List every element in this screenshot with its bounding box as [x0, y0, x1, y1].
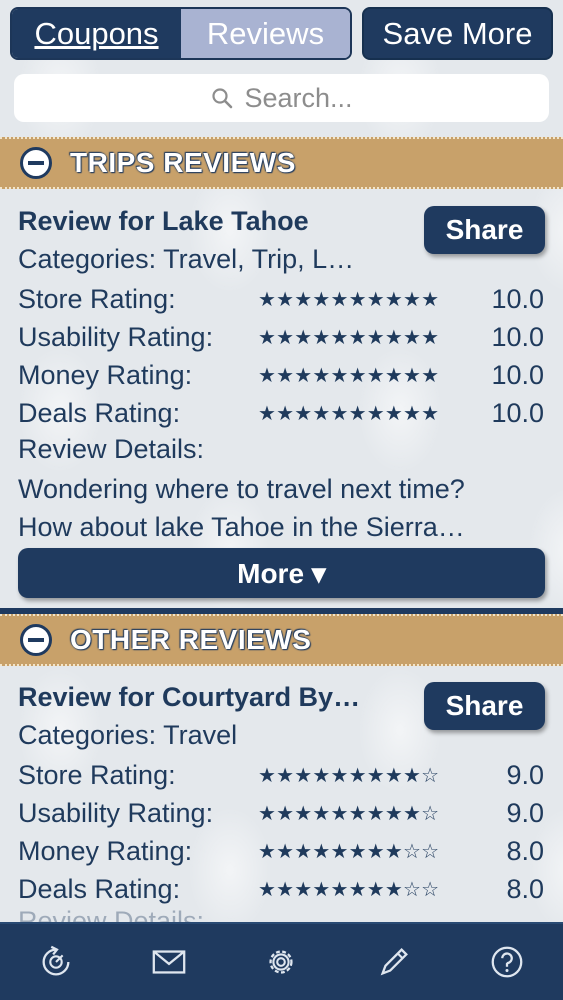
review-details-text: How about lake Tahoe in the Sierra… [18, 512, 465, 542]
review-details-label: Review Details: [18, 434, 205, 464]
rating-row-deals: Deals Rating: ★★★★★★★★☆☆ 8.0 [18, 871, 548, 907]
more-button[interactable]: More ▾ [18, 548, 545, 598]
rating-label: Money Rating: [18, 359, 193, 390]
review-categories: Categories: Travel [18, 720, 238, 750]
section-title: OTHER REVIEWS [70, 624, 312, 655]
rating-row-money: Money Rating: ★★★★★★★★☆☆ 8.0 [18, 833, 548, 869]
search-input[interactable]: Search... [14, 74, 549, 122]
rating-value: 9.0 [506, 797, 544, 828]
review-title: Review for Lake Tahoe [18, 206, 309, 236]
review-details-text: Wondering where to travel next time? [18, 474, 465, 504]
review-categories: Categories: Travel, Trip, L… [18, 244, 355, 274]
rating-row-store: Store Rating: ★★★★★★★★★★ 10.0 [18, 281, 548, 317]
rating-row-usability: Usability Rating: ★★★★★★★★★☆ 9.0 [18, 795, 548, 831]
save-more-button[interactable]: Save More [362, 7, 553, 60]
share-button[interactable]: Share [424, 206, 545, 254]
rating-value: 9.0 [506, 759, 544, 790]
star-rating: ★★★★★★★★★☆ [258, 802, 440, 825]
star-rating: ★★★★★★★★★★ [258, 288, 440, 311]
star-rating: ★★★★★★★★☆☆ [258, 878, 440, 901]
star-rating: ★★★★★★★★★★ [258, 364, 440, 387]
rating-value: 10.0 [491, 397, 544, 428]
segmented-control: Coupons Reviews [10, 7, 352, 60]
tab-help[interactable] [482, 937, 532, 987]
search-placeholder: Search... [244, 82, 353, 113]
rating-value: 8.0 [506, 873, 544, 904]
top-bar: Coupons Reviews Save More [0, 0, 563, 66]
star-rating: ★★★★★★★★☆☆ [258, 840, 440, 863]
tab-edit[interactable] [369, 937, 419, 987]
search-icon [212, 88, 233, 109]
share-button[interactable]: Share [424, 682, 545, 730]
tab-refresh[interactable] [31, 937, 81, 987]
rating-row-store: Store Rating: ★★★★★★★★★☆ 9.0 [18, 757, 548, 793]
tab-reviews[interactable]: Reviews [181, 9, 350, 58]
collapse-icon[interactable] [20, 147, 52, 179]
collapse-icon[interactable] [20, 624, 52, 656]
mail-icon [152, 950, 186, 974]
rating-row-deals: Deals Rating: ★★★★★★★★★★ 10.0 [18, 395, 548, 431]
rating-value: 10.0 [491, 321, 544, 352]
gear-icon [269, 950, 294, 974]
rating-row-money: Money Rating: ★★★★★★★★★★ 10.0 [18, 357, 548, 393]
rating-value: 8.0 [506, 835, 544, 866]
rating-label: Usability Rating: [18, 321, 214, 352]
pencil-icon [380, 948, 409, 976]
rating-row-usability: Usability Rating: ★★★★★★★★★★ 10.0 [18, 319, 548, 355]
refresh-icon [42, 945, 70, 976]
tab-mail[interactable] [144, 937, 194, 987]
rating-label: Deals Rating: [18, 873, 181, 904]
section-header-other[interactable]: OTHER REVIEWS [0, 614, 563, 666]
rating-value: 10.0 [491, 283, 544, 314]
rating-label: Store Rating: [18, 283, 176, 314]
tab-coupons[interactable]: Coupons [12, 9, 181, 58]
star-rating: ★★★★★★★★★★ [258, 326, 440, 349]
review-title: Review for Courtyard By… [18, 682, 361, 712]
rating-label: Deals Rating: [18, 397, 181, 428]
bottom-tab-bar [0, 922, 563, 1000]
section-title: TRIPS REVIEWS [70, 147, 296, 178]
rating-label: Store Rating: [18, 759, 176, 790]
star-rating: ★★★★★★★★★☆ [258, 764, 440, 787]
section-header-trips[interactable]: TRIPS REVIEWS [0, 137, 563, 189]
rating-label: Usability Rating: [18, 797, 214, 828]
rating-label: Money Rating: [18, 835, 193, 866]
tab-settings[interactable] [256, 937, 306, 987]
help-icon [491, 946, 523, 978]
rating-value: 10.0 [491, 359, 544, 390]
star-rating: ★★★★★★★★★★ [258, 402, 440, 425]
